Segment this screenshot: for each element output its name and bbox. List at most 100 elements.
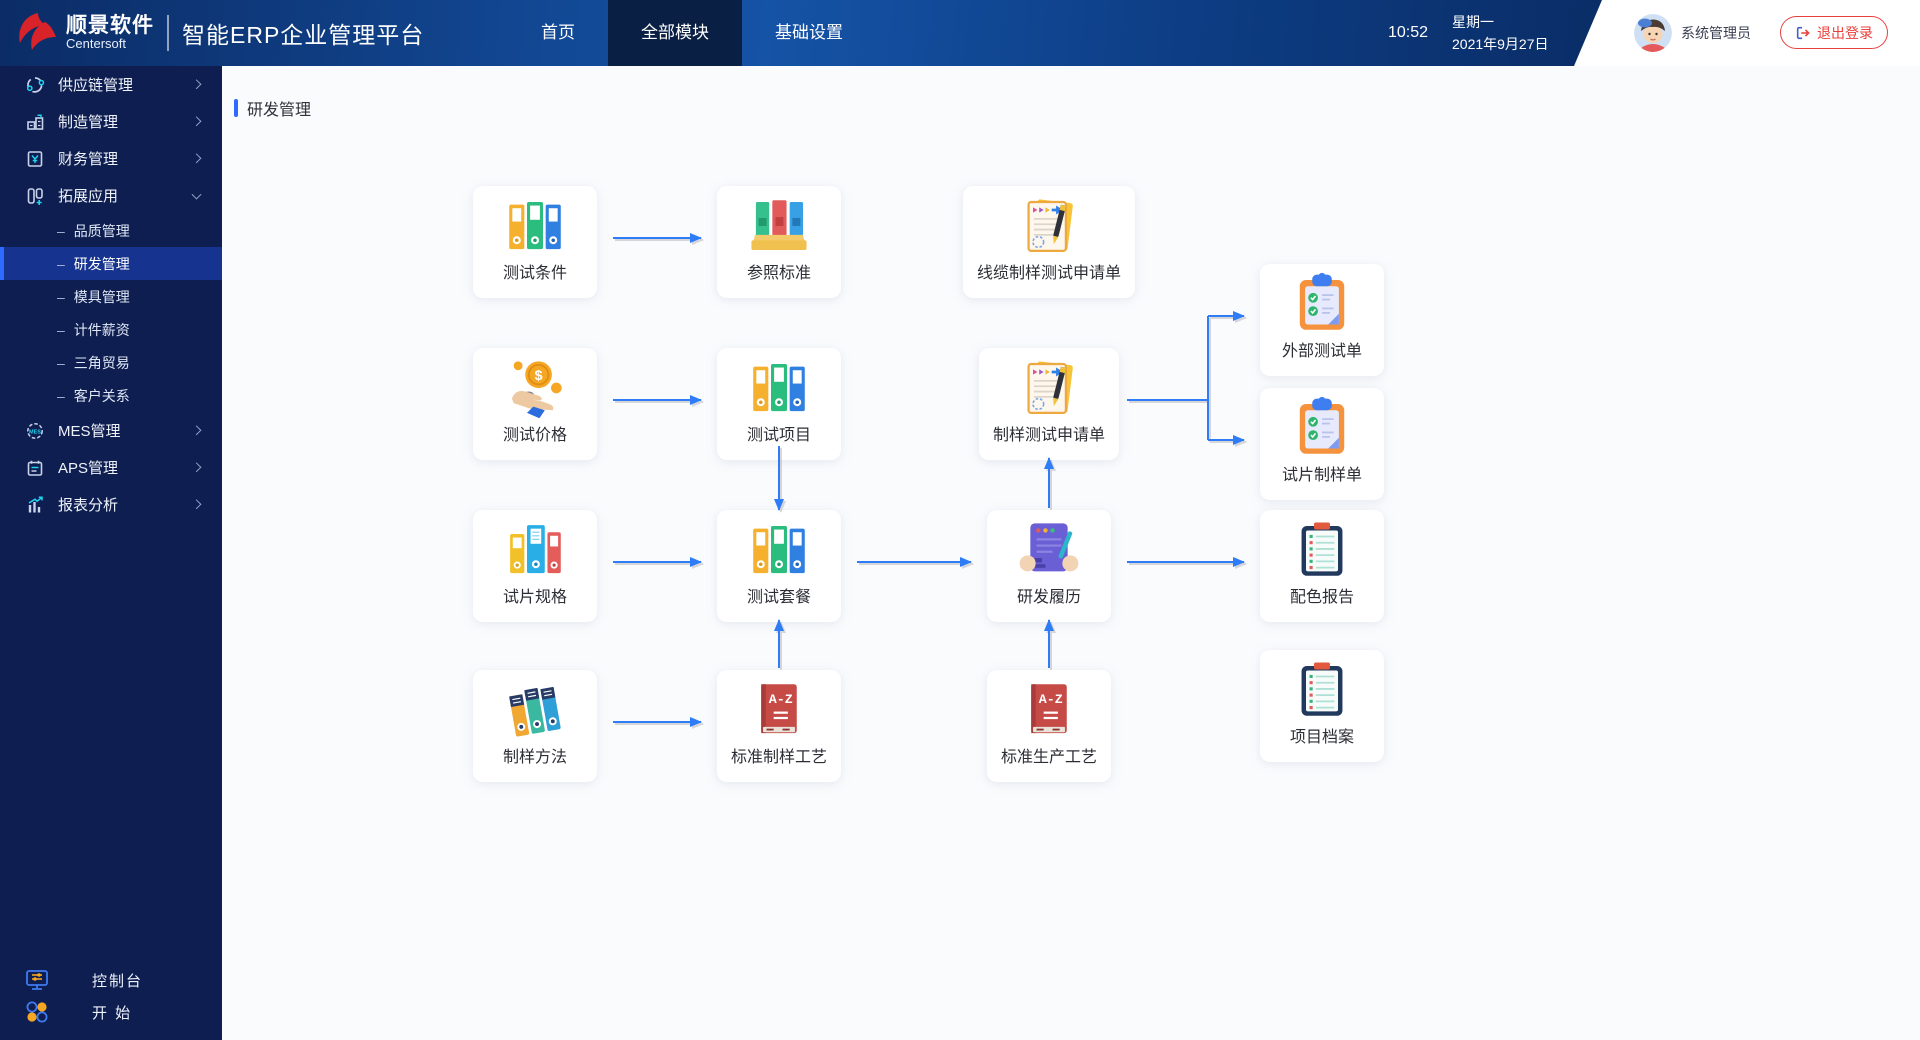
sidebar-subitem-mold[interactable]: –模具管理	[0, 280, 222, 313]
nav-tab-all-modules[interactable]: 全部模块	[608, 0, 742, 66]
supply-chain-icon	[25, 75, 45, 95]
chevron-right-icon	[192, 462, 202, 472]
nav-tab-basic-settings[interactable]: 基础设置	[742, 0, 876, 66]
cliporange-icon	[1290, 272, 1354, 336]
chevron-down-icon	[192, 189, 202, 199]
sidebar-item-label: 供应链管理	[58, 74, 133, 95]
brand-subtitle: Centersoft	[66, 37, 154, 51]
sidebar-item-extensions[interactable]: 拓展应用	[0, 177, 222, 214]
flow-node-label: 测试项目	[747, 421, 811, 445]
flow-node-bzshengchan[interactable]: 标准生产工艺	[987, 670, 1111, 782]
flow-node-label: 项目档案	[1290, 723, 1354, 747]
flow-node-label: 线缆制样测试申请单	[977, 259, 1121, 283]
flow-node-label: 配色报告	[1290, 583, 1354, 607]
manufacturing-icon	[25, 112, 45, 132]
flow-node-label: 研发履历	[1017, 583, 1081, 607]
tiltbinders-icon	[503, 678, 567, 742]
top-bar: 顺景软件 Centersoft 智能ERP企业管理平台 首页 全部模块 基础设置…	[0, 0, 1920, 66]
chevron-right-icon	[192, 153, 202, 163]
clock-time: 10:52	[1388, 0, 1428, 66]
flow-node-waibu[interactable]: 外部测试单	[1260, 264, 1384, 376]
logout-button[interactable]: 退出登录	[1780, 16, 1888, 49]
sidebar-item-finance[interactable]: 财务管理	[0, 140, 222, 177]
sidebar-item-manufacturing[interactable]: 制造管理	[0, 103, 222, 140]
flow-node-cexiangmu[interactable]: 测试项目	[717, 348, 841, 460]
chevron-right-icon	[192, 116, 202, 126]
flow-node-shipian[interactable]: 试片规格	[473, 510, 597, 622]
flow-node-canzhao[interactable]: 参照标准	[717, 186, 841, 298]
user-area: 系统管理员	[1634, 14, 1751, 52]
dash-icon: –	[57, 355, 65, 371]
flow-node-cetaocan[interactable]: 测试套餐	[717, 510, 841, 622]
start-button[interactable]: 开 始	[0, 996, 222, 1028]
sidebar-item-mes[interactable]: MES管理	[0, 412, 222, 449]
dash-icon: –	[57, 256, 65, 272]
console-button[interactable]: 控制台	[0, 964, 222, 996]
avatar[interactable]	[1634, 14, 1672, 52]
sidebar-item-report[interactable]: 报表分析	[0, 486, 222, 523]
chevron-right-icon	[192, 425, 202, 435]
flow-node-label: 制样方法	[503, 743, 567, 767]
flow-node-bzzhiyang[interactable]: 标准制样工艺	[717, 670, 841, 782]
dash-icon: –	[57, 322, 65, 338]
flow-node-xianlan[interactable]: 线缆制样测试申请单	[963, 186, 1135, 298]
chevron-right-icon	[192, 79, 202, 89]
specbinders-icon	[503, 518, 567, 582]
avatar-image	[1634, 14, 1672, 52]
sidebar-item-label: 报表分析	[58, 494, 118, 515]
flow-node-label: 标准制样工艺	[731, 743, 827, 767]
report-icon	[25, 495, 45, 515]
sidebar-subitem-quality[interactable]: –品质管理	[0, 214, 222, 247]
binders-icon	[747, 356, 811, 420]
app-title: 智能ERP企业管理平台	[182, 16, 424, 50]
flow-node-yanfa[interactable]: 研发履历	[987, 510, 1111, 622]
sidebar-item-aps[interactable]: APS管理	[0, 449, 222, 486]
sidebar-subitem-label: 研发管理	[74, 254, 130, 274]
binders-icon	[747, 518, 811, 582]
console-label: 控制台	[92, 970, 143, 991]
sidebar-subitem-label: 计件薪资	[74, 320, 130, 340]
flow-node-label: 测试套餐	[747, 583, 811, 607]
flow-node-label: 测试条件	[503, 259, 567, 283]
reqform-icon	[1017, 356, 1081, 420]
page-title: 研发管理	[247, 96, 311, 120]
sidebar-subitem-label: 品质管理	[74, 221, 130, 241]
nav-tab-home[interactable]: 首页	[508, 0, 608, 66]
dash-icon: –	[57, 289, 65, 305]
brand-divider	[167, 15, 169, 51]
finance-icon	[25, 149, 45, 169]
flow-node-cetiao[interactable]: 测试条件	[473, 186, 597, 298]
flow-node-zhiyangff[interactable]: 制样方法	[473, 670, 597, 782]
sidebar-item-supply-chain[interactable]: 供应链管理	[0, 66, 222, 103]
sidebar-subitem-rd[interactable]: –研发管理	[0, 247, 222, 280]
sidebar-footer: 控制台 开 始	[0, 964, 222, 1028]
extensions-icon	[25, 186, 45, 206]
dict-icon	[1017, 678, 1081, 742]
sidebar-subitem-label: 客户关系	[74, 386, 130, 406]
flow-node-label: 标准生产工艺	[1001, 743, 1097, 767]
flow-node-zhiyangsq[interactable]: 制样测试申请单	[979, 348, 1119, 460]
sidebar-subitem-triangle-trade[interactable]: –三角贸易	[0, 346, 222, 379]
clipnavy-icon	[1290, 658, 1354, 722]
clipnavy-icon	[1290, 518, 1354, 582]
date-block: 星期一 2021年9月27日	[1452, 11, 1549, 55]
weekday-label: 星期一	[1452, 11, 1549, 33]
flow-node-cejiage[interactable]: 测试价格	[473, 348, 597, 460]
reqform-icon	[1017, 194, 1081, 258]
chevron-right-icon	[192, 499, 202, 509]
flow-node-label: 试片制样单	[1282, 461, 1362, 485]
sidebar-menu: 供应链管理制造管理财务管理拓展应用–品质管理–研发管理–模具管理–计件薪资–三角…	[0, 66, 222, 523]
flow-node-label: 测试价格	[503, 421, 567, 445]
sidebar-item-label: 制造管理	[58, 111, 118, 132]
cliporange-icon	[1290, 396, 1354, 460]
sidebar-subitem-customer[interactable]: –客户关系	[0, 379, 222, 412]
flow-node-shipianzy[interactable]: 试片制样单	[1260, 388, 1384, 500]
flow-node-peise[interactable]: 配色报告	[1260, 510, 1384, 622]
binders-icon	[503, 194, 567, 258]
logout-icon	[1795, 25, 1811, 41]
sidebar-subitem-piece-salary[interactable]: –计件薪资	[0, 313, 222, 346]
sidebar: 供应链管理制造管理财务管理拓展应用–品质管理–研发管理–模具管理–计件薪资–三角…	[0, 0, 222, 1040]
dash-icon: –	[57, 223, 65, 239]
flow-node-dangan[interactable]: 项目档案	[1260, 650, 1384, 762]
date-label: 2021年9月27日	[1452, 33, 1549, 55]
